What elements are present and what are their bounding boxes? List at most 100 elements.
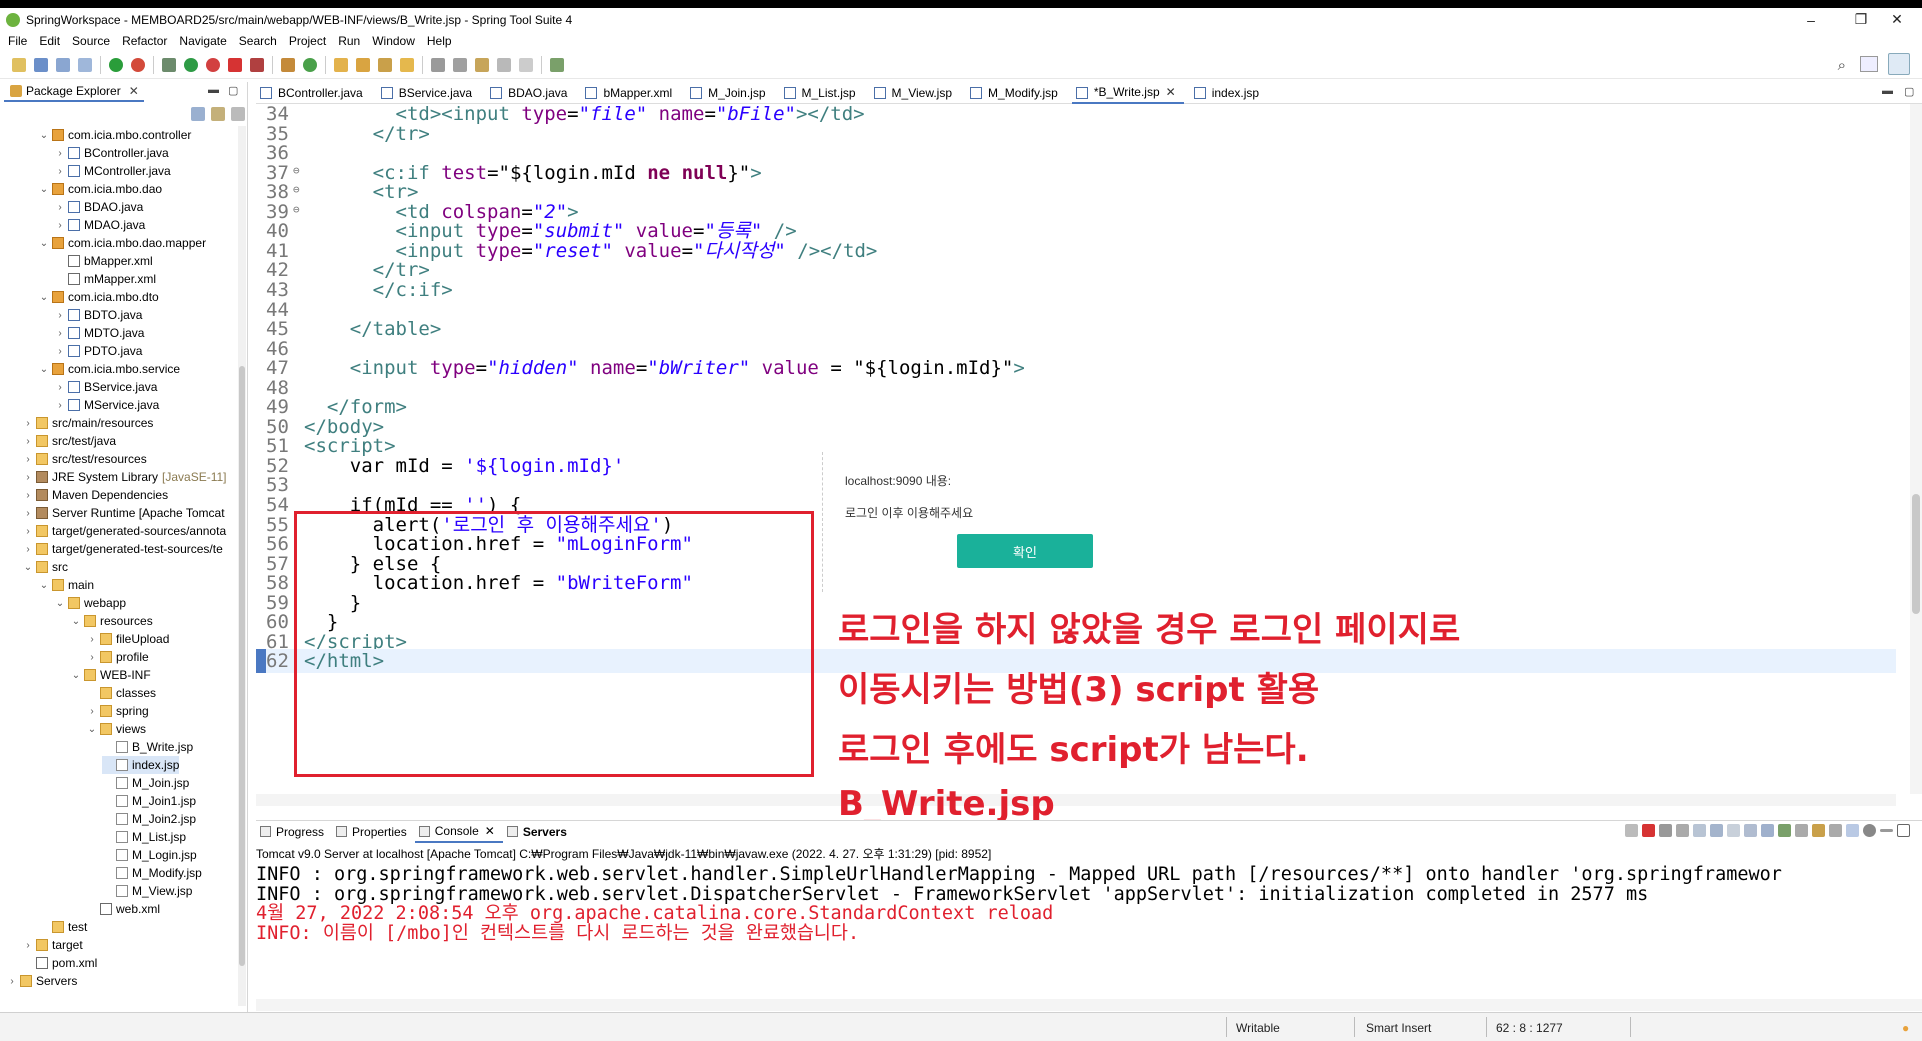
tree-item[interactable]: › BDTO.java <box>54 306 142 324</box>
tree-item[interactable]: pom.xml <box>22 954 97 972</box>
tree-item[interactable]: › MService.java <box>54 396 159 414</box>
gear-icon[interactable] <box>1863 824 1876 837</box>
menu-navigate[interactable]: Navigate <box>179 34 226 48</box>
expanded-arrow-icon[interactable]: ⌄ <box>38 130 50 141</box>
maximize-editor-icon[interactable]: ▢ <box>1904 85 1914 98</box>
tree-item[interactable]: › BController.java <box>54 144 168 162</box>
collapsed-arrow-icon[interactable]: › <box>54 166 66 177</box>
tree-item[interactable]: M_List.jsp <box>102 828 186 846</box>
editor-vertical-scrollbar[interactable] <box>1910 104 1922 794</box>
menu-run[interactable]: Run <box>338 34 360 48</box>
search-icon[interactable]: ⌕ <box>1838 57 1846 74</box>
console-tab[interactable]: Properties <box>332 821 415 843</box>
collapsed-arrow-icon[interactable]: › <box>86 652 98 663</box>
editor-tab[interactable]: bMapper.xml <box>581 82 680 104</box>
forward-icon[interactable] <box>519 57 533 72</box>
collapsed-arrow-icon[interactable]: › <box>22 436 34 447</box>
editor-tab[interactable]: M_List.jsp <box>780 82 864 104</box>
editor-horizontal-scrollbar[interactable] <box>256 794 1896 806</box>
print-icon[interactable] <box>78 57 92 72</box>
expanded-arrow-icon[interactable]: ⌄ <box>38 364 50 375</box>
tree-item[interactable]: ⌄ com.icia.mbo.service <box>38 360 180 378</box>
expanded-arrow-icon[interactable]: ⌄ <box>86 724 98 735</box>
next-annotation-icon[interactable] <box>431 57 445 72</box>
tree-item[interactable]: › MDTO.java <box>54 324 144 342</box>
collapsed-arrow-icon[interactable]: › <box>86 634 98 645</box>
terminate-icon[interactable] <box>1642 824 1655 837</box>
tree-item[interactable]: ⌄ resources <box>70 612 153 630</box>
run-icon[interactable] <box>184 57 198 72</box>
editor-tab[interactable]: BController.java <box>256 82 371 104</box>
collapsed-arrow-icon[interactable]: › <box>54 220 66 231</box>
save-icon[interactable] <box>34 57 48 72</box>
menu-window[interactable]: Window <box>372 34 415 48</box>
tree-item[interactable]: M_Modify.jsp <box>102 864 202 882</box>
tree-item[interactable]: mMapper.xml <box>54 270 156 288</box>
pin-editor-icon[interactable] <box>550 57 564 72</box>
tree-item[interactable]: M_Login.jsp <box>102 846 197 864</box>
collapsed-arrow-icon[interactable]: › <box>54 382 66 393</box>
close-icon[interactable]: ✕ <box>1166 85 1176 99</box>
link-console-icon[interactable] <box>1846 824 1859 837</box>
tree-item[interactable]: › MController.java <box>54 162 170 180</box>
expanded-arrow-icon[interactable]: ⌄ <box>54 598 66 609</box>
collapsed-arrow-icon[interactable]: › <box>6 976 18 987</box>
tree-item[interactable]: index.jsp <box>102 756 180 774</box>
minimize-button[interactable]: – <box>1786 8 1836 31</box>
clear-console-icon[interactable] <box>1693 824 1706 837</box>
close-window-button[interactable]: ✕ <box>1872 8 1922 31</box>
lightbulb-icon[interactable]: ● <box>1902 1021 1909 1035</box>
menu-source[interactable]: Source <box>72 34 110 48</box>
expanded-arrow-icon[interactable]: ⌄ <box>38 184 50 195</box>
pin-icon[interactable] <box>1778 824 1791 837</box>
editor-tab[interactable]: M_Join.jsp <box>686 82 773 104</box>
minimize-view-icon[interactable]: ▬ <box>208 84 219 96</box>
close-icon[interactable]: ✕ <box>129 84 139 98</box>
link-editor-icon[interactable] <box>211 107 225 121</box>
tree-item[interactable]: › src/main/resources <box>22 414 153 432</box>
scroll-lock-icon[interactable] <box>1710 824 1723 837</box>
tree-item[interactable]: ⌄ WEB-INF <box>70 666 151 684</box>
collapsed-arrow-icon[interactable]: › <box>22 940 34 951</box>
display-console-icon[interactable] <box>1795 824 1808 837</box>
menu-edit[interactable]: Edit <box>39 34 60 48</box>
tree-item[interactable]: ⌄ main <box>38 576 94 594</box>
back-icon[interactable] <box>497 57 511 72</box>
package-explorer-tab[interactable]: Package Explorer ✕ <box>4 82 144 102</box>
console-tab[interactable]: Servers <box>503 821 575 843</box>
tree-item[interactable]: › target <box>22 936 82 954</box>
editor-tab[interactable]: M_View.jsp <box>870 82 960 104</box>
new-class-icon[interactable] <box>303 57 317 72</box>
tree-item[interactable]: ⌄ webapp <box>54 594 126 612</box>
collapsed-arrow-icon[interactable]: › <box>86 706 98 717</box>
console-tab[interactable]: Console ✕ <box>414 821 503 843</box>
fold-icon[interactable]: ⊖ <box>293 198 300 222</box>
close-icon[interactable]: ✕ <box>485 824 495 838</box>
collapsed-arrow-icon[interactable]: › <box>54 328 66 339</box>
tree-item[interactable]: › Server Runtime [Apache Tomcat <box>22 504 224 522</box>
search-tool-icon[interactable] <box>378 57 392 72</box>
remove-launch-icon[interactable] <box>1659 824 1672 837</box>
coverage-icon[interactable] <box>206 57 220 72</box>
tree-item[interactable]: › BService.java <box>54 378 157 396</box>
java-perspective-icon[interactable] <box>1888 53 1910 75</box>
tree-item[interactable]: ⌄ src <box>22 558 68 576</box>
editor-tab[interactable]: *B_Write.jsp ✕ <box>1071 81 1184 104</box>
menu-search[interactable]: Search <box>239 34 277 48</box>
save-all-icon[interactable] <box>56 57 70 72</box>
collapsed-arrow-icon[interactable]: › <box>54 400 66 411</box>
tree-item[interactable]: › JRE System Library [JavaSE-11] <box>22 468 226 486</box>
editor-tab[interactable]: BDAO.java <box>486 82 575 104</box>
collapsed-arrow-icon[interactable]: › <box>22 544 34 555</box>
menu-file[interactable]: File <box>8 34 27 48</box>
expanded-arrow-icon[interactable]: ⌄ <box>38 238 50 249</box>
external-tools-icon[interactable] <box>250 57 264 72</box>
open-console-icon[interactable] <box>1812 824 1825 837</box>
view-menu-icon[interactable] <box>231 107 245 121</box>
expanded-arrow-icon[interactable]: ⌄ <box>38 292 50 303</box>
collapsed-arrow-icon[interactable]: › <box>22 472 34 483</box>
tree-item[interactable]: test <box>38 918 87 936</box>
package-explorer-scrollbar[interactable] <box>238 126 246 1006</box>
maximize-view-icon[interactable]: ▢ <box>228 84 238 97</box>
word-wrap-icon[interactable] <box>1727 824 1740 837</box>
